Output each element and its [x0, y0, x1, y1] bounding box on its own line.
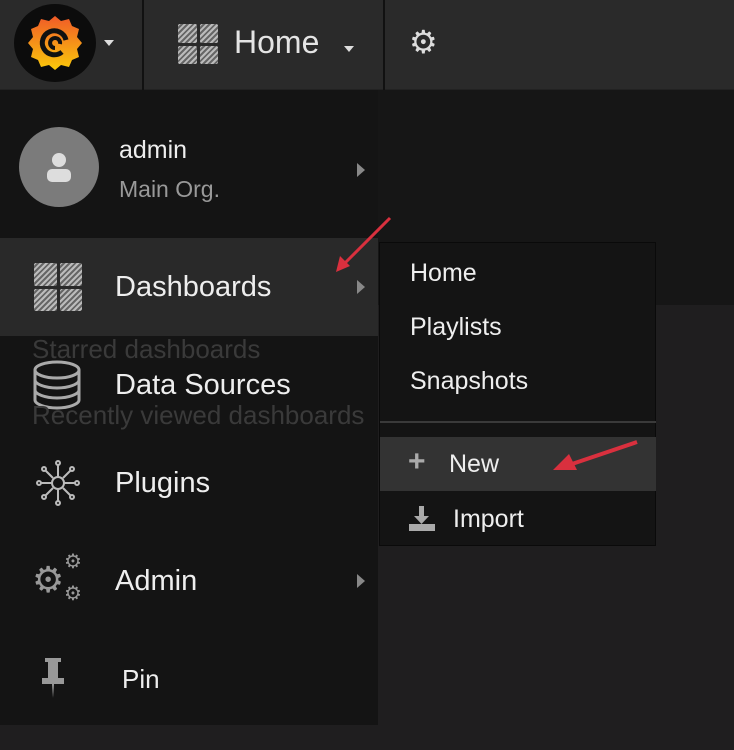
user-name: admin	[119, 136, 188, 164]
submenu-label: Playlists	[410, 312, 502, 341]
database-icon	[33, 360, 81, 410]
submenu-item-snapshots[interactable]: Snapshots	[380, 354, 656, 408]
side-menu-label: Dashboards	[115, 270, 272, 303]
dashboards-submenu: Home Playlists Snapshots + New Import	[379, 242, 656, 546]
logo-caret-icon[interactable]	[104, 40, 114, 46]
side-menu-item-dashboards[interactable]: Dashboards	[0, 238, 378, 336]
user-icon	[47, 153, 71, 182]
grafana-logo	[28, 16, 82, 70]
chevron-right-icon	[357, 280, 365, 294]
home-caret-icon[interactable]	[344, 46, 354, 52]
plus-icon: +	[408, 445, 426, 478]
top-navbar: Home ⚙	[0, 0, 734, 90]
submenu-label: Import	[453, 504, 524, 533]
submenu-item-playlists[interactable]: Playlists	[380, 300, 656, 354]
side-menu-item-data-sources[interactable]: Data Sources	[0, 336, 378, 434]
chevron-right-icon	[357, 163, 365, 177]
dashboards-grid-icon	[178, 24, 218, 64]
gears-icon: ⚙ ⚙ ⚙	[32, 551, 82, 605]
side-menu-item-plugins[interactable]: Plugins	[0, 434, 378, 532]
submenu-item-home[interactable]: Home	[380, 246, 656, 300]
side-menu-item-pin[interactable]: Pin	[0, 630, 378, 728]
submenu-divider	[380, 421, 656, 423]
import-icon	[409, 506, 435, 531]
submenu-item-new[interactable]: + New	[380, 437, 656, 491]
side-menu-label: Data Sources	[115, 368, 291, 401]
side-menu-label: Plugins	[115, 466, 211, 499]
chevron-right-icon	[357, 574, 365, 588]
side-menu-label: Admin	[115, 564, 198, 597]
side-menu-item-admin[interactable]: ⚙ ⚙ ⚙ Admin	[0, 532, 378, 630]
grafana-logo-button[interactable]	[14, 4, 96, 82]
submenu-label: New	[449, 449, 500, 478]
dashboard-picker[interactable]: Home	[234, 24, 319, 61]
side-menu: admin Main Org. Dashboards Data Sources …	[0, 90, 378, 725]
submenu-label: Home	[410, 258, 477, 287]
side-menu-label: Pin	[122, 663, 160, 694]
user-profile-item[interactable]: admin Main Org.	[0, 100, 378, 230]
gear-icon[interactable]: ⚙	[409, 26, 438, 58]
submenu-label: Snapshots	[410, 366, 529, 395]
avatar	[19, 127, 99, 207]
pin-icon	[42, 658, 64, 698]
org-name: Main Org.	[119, 176, 220, 202]
plugins-icon	[36, 460, 80, 506]
dashboards-grid-icon	[34, 263, 82, 311]
submenu-item-import[interactable]: Import	[380, 492, 656, 546]
